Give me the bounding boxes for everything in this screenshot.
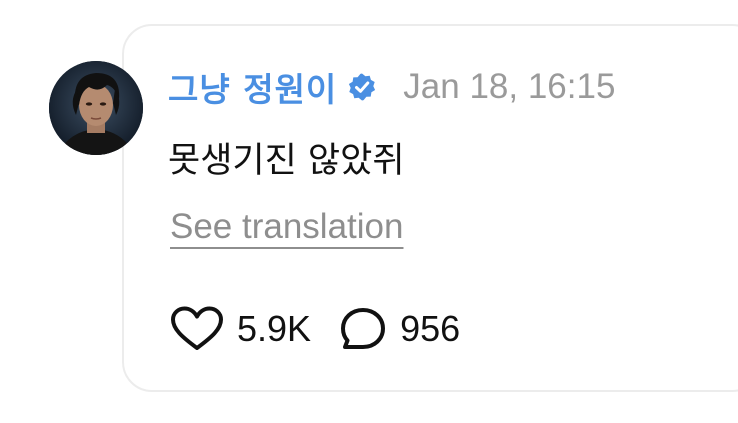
comment-header: 그냥 정원이 Jan 18, 16:15 <box>168 62 615 112</box>
comment-text: 못생기진 않았쥐 <box>168 141 405 181</box>
verified-badge-icon <box>349 73 376 101</box>
speech-bubble-icon <box>341 308 386 349</box>
like-count: 5.9K <box>237 308 312 349</box>
see-translation-link[interactable]: See translation <box>170 207 403 247</box>
comment-actions: 5.9K 956 <box>170 304 460 354</box>
avatar[interactable] <box>49 61 143 155</box>
timestamp: Jan 18, 16:15 <box>403 67 616 106</box>
page: 그냥 정원이 Jan 18, 16:15 못생기진 않았쥐 See transl… <box>0 0 738 423</box>
reply-button[interactable]: 956 <box>339 306 460 352</box>
avatar-image <box>49 61 143 155</box>
heart-outline-icon <box>171 306 223 350</box>
reply-count: 956 <box>400 308 461 349</box>
username[interactable]: 그냥 정원이 <box>168 63 337 111</box>
like-button[interactable]: 5.9K <box>170 306 311 352</box>
